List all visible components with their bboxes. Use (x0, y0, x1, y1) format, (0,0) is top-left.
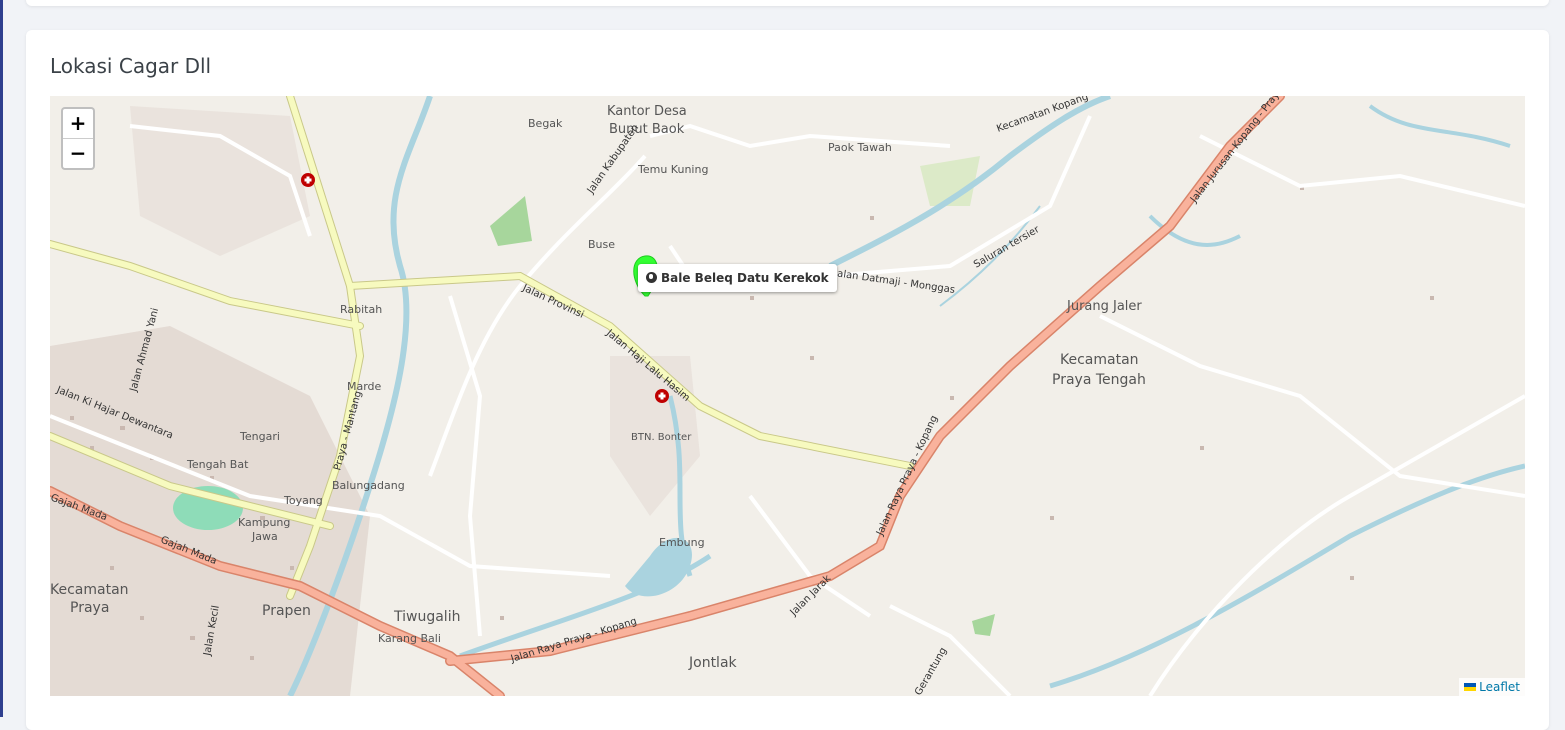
place-label: Prapen (262, 603, 311, 619)
place-label: Buse (588, 238, 615, 251)
place-label: Praya Tengah (1052, 372, 1146, 388)
place-label: Rabitah (340, 303, 382, 316)
map-container[interactable]: Kantor Desa Bunut Baok Begak Paok Tawah … (50, 96, 1525, 696)
map-attribution: Leaflet (1459, 678, 1525, 696)
hospital-icon (301, 173, 315, 187)
place-label: Begak (528, 117, 563, 130)
hospital-icon (655, 389, 669, 403)
zoom-in-button[interactable]: + (63, 109, 93, 138)
zoom-out-button[interactable]: − (63, 138, 93, 168)
place-label: Jontlak (688, 655, 738, 671)
place-label: Toyang (283, 494, 323, 507)
section-title: Lokasi Cagar Dll (50, 54, 212, 78)
place-label: Balungadang (332, 479, 405, 492)
place-label: Karang Bali (378, 632, 441, 645)
left-edge-bar (0, 0, 3, 717)
ukraine-flag-icon (1464, 683, 1477, 691)
place-label: Embung (659, 536, 705, 549)
place-label: Tengah Bat (186, 458, 249, 471)
place-label: Paok Tawah (828, 141, 892, 154)
place-label: Jurang Jaler (1066, 299, 1142, 314)
place-label: Temu Kuning (637, 163, 708, 176)
globe-icon (646, 272, 657, 283)
place-label: Tiwugalih (393, 609, 460, 625)
place-label: Praya (70, 600, 109, 616)
place-label: Jawa (251, 530, 278, 543)
leaflet-link[interactable]: Leaflet (1479, 680, 1520, 694)
zoom-control: + − (61, 107, 95, 170)
location-card: Lokasi Cagar Dll Kantor Desa Bunut Baok … (26, 30, 1549, 730)
marker-tooltip: Bale Beleq Datu Kerekok (638, 264, 837, 292)
place-label: Kecamatan (1060, 352, 1139, 368)
place-label: BTN. Bonter (631, 432, 692, 443)
place-label: Tengari (239, 430, 280, 443)
previous-card (26, 0, 1549, 6)
marker-label: Bale Beleq Datu Kerekok (661, 271, 829, 285)
map-tiles[interactable]: Kantor Desa Bunut Baok Begak Paok Tawah … (50, 96, 1525, 696)
place-label: Bunut Baok (609, 122, 685, 137)
place-label: Kecamatan (50, 582, 129, 598)
place-label: Kantor Desa (607, 104, 687, 119)
place-label: Kampung (238, 516, 290, 529)
